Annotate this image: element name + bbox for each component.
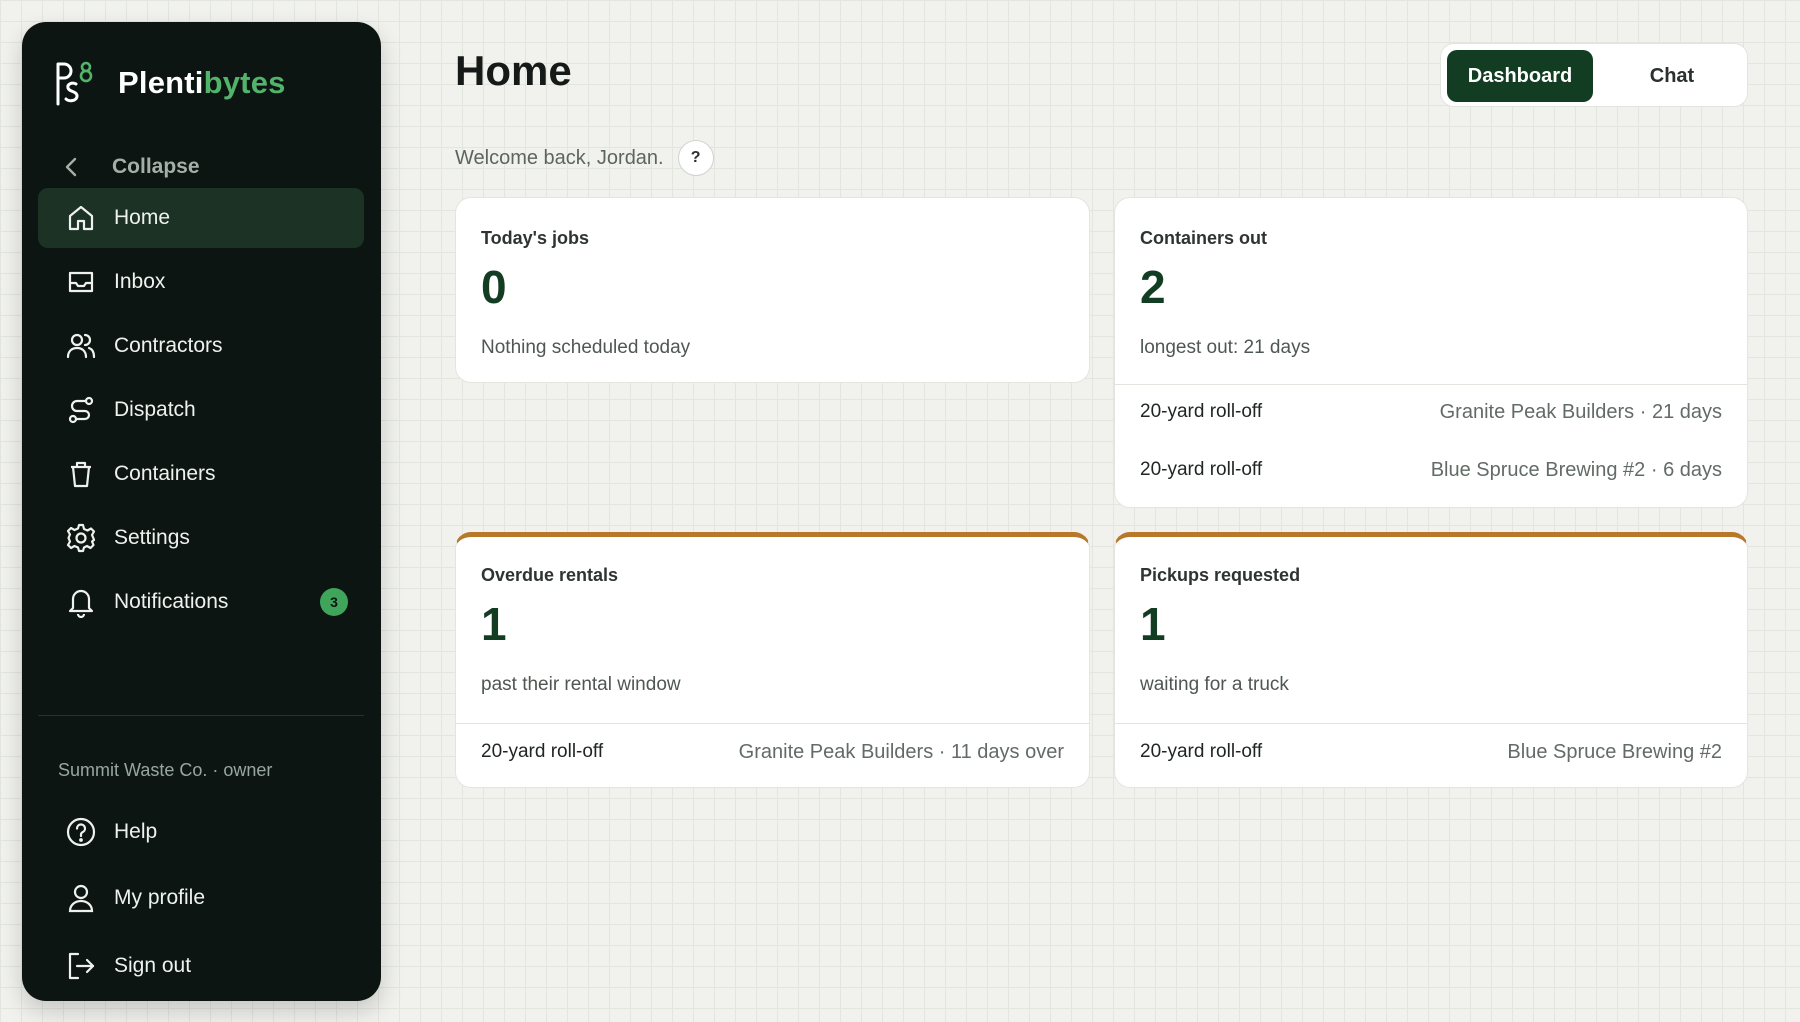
card-value: 1 <box>1140 598 1166 650</box>
list-item[interactable]: 20-yard roll-off Blue Spruce Brewing #2 … <box>1140 455 1722 485</box>
collapse-label: Collapse <box>112 155 200 178</box>
card-title: Pickups requested <box>1140 565 1301 585</box>
card-title: Overdue rentals <box>481 565 619 585</box>
card-title: Today's jobs <box>481 228 589 248</box>
org-line: Summit Waste Co. · owner <box>58 760 273 780</box>
list-item[interactable]: 20-yard roll-off Granite Peak Builders ·… <box>481 737 1064 767</box>
sidebar-item-sign-out[interactable]: Sign out <box>38 936 364 996</box>
card-value: 1 <box>481 598 507 650</box>
card-divider <box>456 723 1089 724</box>
card-value: 0 <box>481 261 507 313</box>
card-subtitle: past their rental window <box>481 674 681 695</box>
containers-out-card[interactable]: Containers out 2 longest out: 21 days 20… <box>1114 197 1748 508</box>
home-icon <box>64 201 98 235</box>
users-icon <box>64 329 98 363</box>
todays-jobs-card[interactable]: Today's jobs 0 Nothing scheduled today <box>455 197 1090 383</box>
sidebar-item-label: Home <box>114 206 171 229</box>
brand[interactable]: Plentibytes <box>52 58 286 108</box>
sidebar-item-dispatch[interactable]: Dispatch <box>38 380 364 440</box>
help-circle-icon <box>64 815 98 849</box>
container-detail: Blue Spruce Brewing #2 · 6 days <box>1430 458 1722 481</box>
sidebar-item-containers[interactable]: Containers <box>38 444 364 504</box>
notification-count-badge: 3 <box>320 588 348 616</box>
overdue-rentals-card[interactable]: Overdue rentals 1 past their rental wind… <box>455 532 1090 788</box>
sidebar-divider <box>38 715 364 716</box>
container-detail: Granite Peak Builders · 21 days <box>1439 400 1722 423</box>
container-type: 20-yard roll-off <box>1140 741 1263 762</box>
bell-icon <box>64 585 98 619</box>
view-toggle: Dashboard Chat <box>1440 43 1748 107</box>
sidebar-item-contractors[interactable]: Contractors <box>38 316 364 376</box>
card-divider <box>1115 723 1747 724</box>
card-value: 2 <box>1140 261 1166 313</box>
welcome-text: Welcome back, Jordan. <box>455 146 664 169</box>
container-type: 20-yard roll-off <box>1140 459 1263 480</box>
collapse-button[interactable]: Collapse <box>62 146 352 188</box>
sidebar-item-settings[interactable]: Settings <box>38 508 364 568</box>
welcome-row: Welcome back, Jordan. ? <box>455 140 714 176</box>
inbox-icon <box>64 265 98 299</box>
brand-name: Plentibytes <box>118 65 286 100</box>
card-subtitle: Nothing scheduled today <box>481 337 691 358</box>
sidebar-item-my-profile[interactable]: My profile <box>38 868 364 928</box>
card-subtitle: longest out: 21 days <box>1140 337 1311 358</box>
sidebar-item-notifications[interactable]: Notifications 3 <box>38 572 364 632</box>
container-type: 20-yard roll-off <box>1140 401 1263 422</box>
sidebar-item-label: Sign out <box>114 954 192 977</box>
sidebar-item-label: Notifications <box>114 590 229 613</box>
sidebar-item-help[interactable]: Help <box>38 802 364 862</box>
sidebar-item-label: Inbox <box>114 270 166 293</box>
card-subtitle: waiting for a truck <box>1140 674 1289 695</box>
sidebar-item-label: Settings <box>114 526 190 549</box>
ps8-logo-icon <box>56 61 93 106</box>
card-title: Containers out <box>1140 228 1268 248</box>
help-tooltip-button[interactable]: ? <box>677 140 714 176</box>
sidebar-item-label: Help <box>114 820 158 843</box>
chat-tab[interactable]: Chat <box>1601 50 1743 102</box>
card-divider <box>1115 384 1747 385</box>
list-item[interactable]: 20-yard roll-off Blue Spruce Brewing #2 <box>1140 737 1722 767</box>
route-icon <box>64 393 98 427</box>
page-title: Home <box>455 47 572 94</box>
trash-bin-icon <box>64 457 98 491</box>
list-item[interactable]: 20-yard roll-off Granite Peak Builders ·… <box>1140 397 1722 427</box>
sidebar-item-inbox[interactable]: Inbox <box>38 252 364 312</box>
gear-icon <box>64 521 98 555</box>
sidebar: Plentibytes Collapse Home Inbox Contract… <box>22 22 381 1001</box>
container-detail: Granite Peak Builders · 11 days over <box>738 740 1064 763</box>
chevron-left-icon <box>65 157 77 177</box>
sidebar-item-label: Dispatch <box>114 398 196 421</box>
sidebar-item-home[interactable]: Home <box>38 188 364 248</box>
sidebar-item-label: My profile <box>114 886 206 909</box>
pickups-requested-card[interactable]: Pickups requested 1 waiting for a truck … <box>1114 532 1748 788</box>
dashboard-tab[interactable]: Dashboard <box>1447 50 1593 102</box>
sign-out-icon <box>64 949 98 983</box>
container-detail: Blue Spruce Brewing #2 <box>1507 740 1722 763</box>
user-icon <box>64 881 98 915</box>
sidebar-item-label: Containers <box>114 462 216 485</box>
sidebar-item-label: Contractors <box>114 334 223 357</box>
container-type: 20-yard roll-off <box>481 741 604 762</box>
